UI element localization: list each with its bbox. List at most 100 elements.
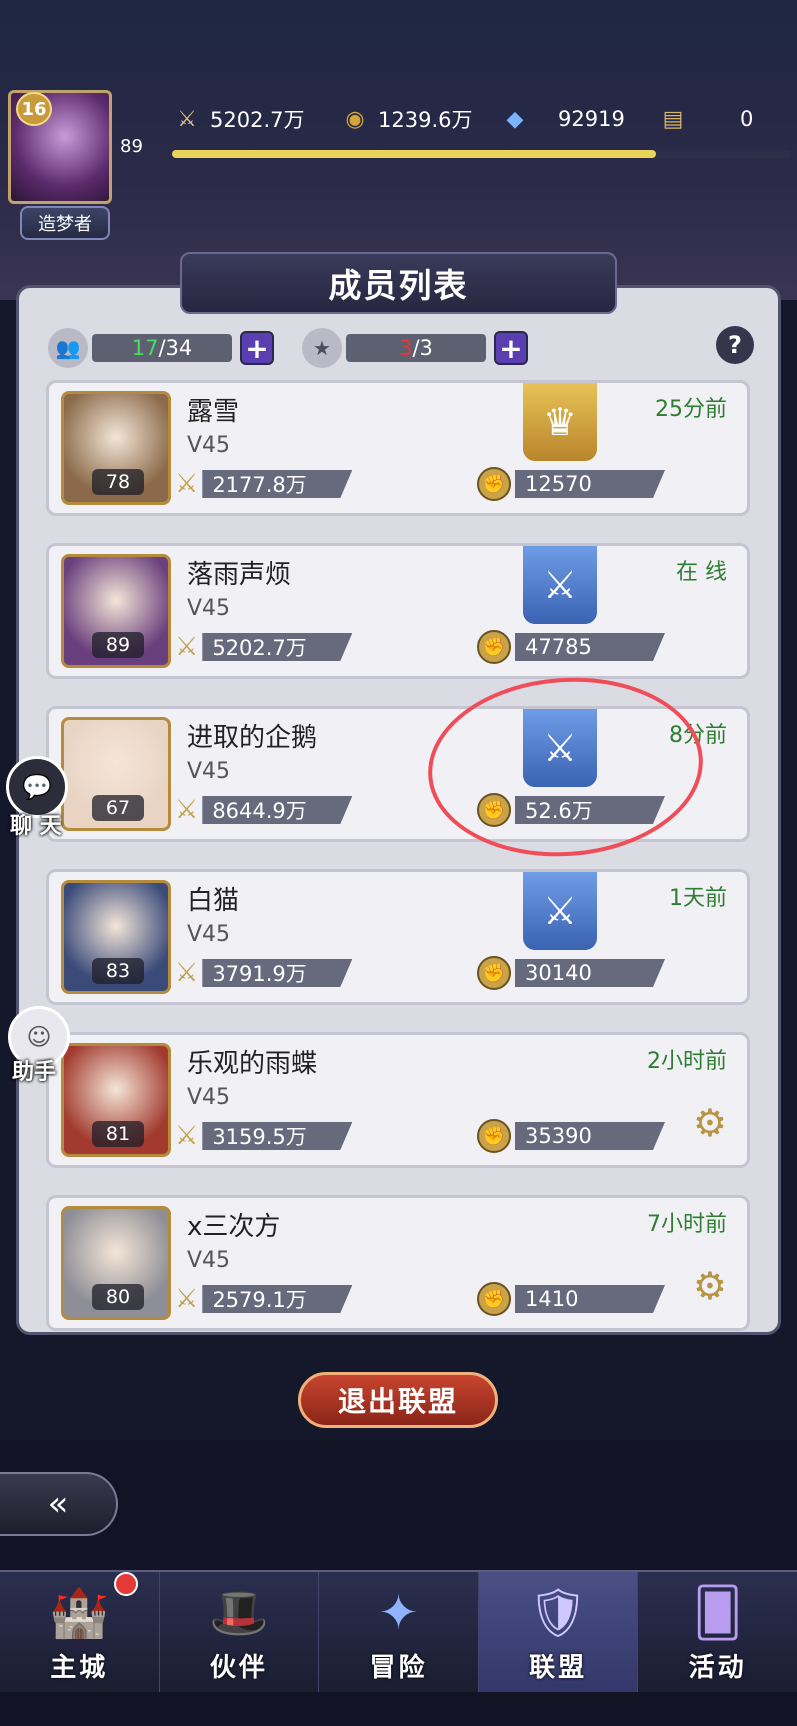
add-officer-button[interactable]: +: [494, 331, 528, 365]
player-rank-title: 造梦者: [20, 206, 110, 240]
member-power-value: 2579.1万: [202, 1285, 353, 1313]
castle-icon: 🏰: [49, 1585, 110, 1641]
notification-dot: [114, 1572, 138, 1596]
member-count-value: 17/34: [92, 334, 232, 362]
member-power: ⚔ 3791.9万: [175, 958, 353, 988]
member-contribution-value: 1410: [515, 1285, 665, 1313]
diamond-icon: ◆: [506, 106, 524, 132]
member-power: ⚔ 8644.9万: [175, 795, 353, 825]
resource-gold-value: 1239.6万: [378, 108, 473, 132]
member-vip: V45: [187, 433, 231, 458]
member-power: ⚔ 5202.7万: [175, 632, 353, 662]
member-contribution: ✊ 35390: [477, 1119, 665, 1153]
xp-bar-fill: [172, 150, 656, 158]
members-icon: 👥: [48, 328, 88, 368]
sword-icon: ⚔: [175, 1121, 199, 1151]
contribution-coin-icon: ✊: [477, 956, 511, 990]
member-level: 81: [92, 1121, 144, 1147]
member-contribution: ✊ 47785: [477, 630, 665, 664]
member-name: 白猫: [187, 886, 240, 916]
member-vip: V45: [187, 1085, 231, 1110]
player-number: 89: [120, 136, 143, 157]
member-online-status: 25分前: [655, 397, 727, 422]
scroll-icon: ▤: [662, 106, 684, 132]
member-level: 83: [92, 958, 144, 984]
member-settings-icon[interactable]: ⚙: [693, 1264, 727, 1308]
member-card[interactable]: 78 露雪 V45 ⚔ 2177.8万 ♛ ✊ 12570 25分前: [46, 380, 750, 516]
member-level: 80: [92, 1284, 144, 1310]
resource-scroll-value: 0: [740, 107, 754, 131]
member-name: 进取的企鹅: [187, 723, 318, 753]
member-contribution-value: 47785: [515, 633, 665, 661]
resource-power[interactable]: ⚔ 5202.7万: [170, 104, 304, 134]
resource-scroll[interactable]: ▤ 0: [656, 104, 754, 134]
member-card[interactable]: 80 x三次方 V45 ⚔ 2579.1万 ⚙ ✊ 1410 7小时前: [46, 1195, 750, 1331]
member-card[interactable]: 83 白猫 V45 ⚔ 3791.9万 ⚔ ✊ 30140 1天前: [46, 869, 750, 1005]
help-button[interactable]: ?: [716, 326, 754, 364]
add-member-button[interactable]: +: [240, 331, 274, 365]
member-power: ⚔ 2579.1万: [175, 1284, 353, 1314]
contribution-coin-icon: ✊: [477, 467, 511, 501]
contribution-coin-icon: ✊: [477, 1282, 511, 1316]
member-settings-icon[interactable]: ⚙: [693, 1101, 727, 1145]
member-online-status: 在 线: [676, 560, 727, 585]
officer-count-current: 3: [399, 336, 413, 360]
alliance-shield-icon: 🛡: [527, 1585, 589, 1641]
member-level: 67: [92, 795, 144, 821]
member-level: 78: [92, 469, 144, 495]
member-contribution-value: 35390: [515, 1122, 665, 1150]
tab-partner[interactable]: 🎩 伙伴: [160, 1572, 320, 1692]
tab-main-city-label: 主城: [50, 1653, 109, 1683]
assistant-avatar-icon: ☺: [26, 1023, 52, 1051]
tab-adventure[interactable]: ✦ 冒险: [319, 1572, 479, 1692]
back-button[interactable]: «: [0, 1472, 118, 1536]
officer-badge-icon: ★: [302, 328, 342, 368]
member-contribution: ✊ 30140: [477, 956, 665, 990]
member-card[interactable]: 81 乐观的雨蝶 V45 ⚔ 3159.5万 ⚙ ✊ 35390 2小时前: [46, 1032, 750, 1168]
tab-alliance-label: 联盟: [529, 1653, 588, 1683]
member-online-status: 1天前: [669, 886, 727, 911]
xp-bar: [172, 150, 792, 158]
tab-events[interactable]: 🂠 活动: [638, 1572, 797, 1692]
member-contribution-value: 30140: [515, 959, 665, 987]
member-power: ⚔ 3159.5万: [175, 1121, 353, 1151]
officer-count-max: /3: [412, 336, 433, 360]
member-name: 乐观的雨蝶: [187, 1049, 318, 1079]
tab-adventure-label: 冒险: [369, 1653, 428, 1683]
sword-icon: ⚔: [175, 632, 199, 662]
member-power-value: 8644.9万: [202, 796, 353, 824]
member-name: 落雨声烦: [187, 560, 292, 590]
exit-alliance-button[interactable]: 退出联盟: [298, 1372, 498, 1428]
resource-gold[interactable]: ◉ 1239.6万: [338, 104, 472, 134]
member-power-value: 5202.7万: [202, 633, 353, 661]
officer-swords-icon: ⚔: [523, 872, 597, 950]
leader-crown-icon: ♛: [523, 383, 597, 461]
sword-icon: ⚔: [175, 795, 199, 825]
sword-icon: ⚔: [175, 1284, 199, 1314]
partner-hat-icon: 🎩: [209, 1585, 269, 1641]
officer-count: ★ 3/3 +: [302, 328, 528, 368]
contribution-coin-icon: ✊: [477, 1119, 511, 1153]
member-power-value: 3159.5万: [202, 1122, 353, 1150]
member-name: 露雪: [187, 397, 240, 427]
gold-coin-icon: ◉: [345, 106, 365, 132]
resource-diamond-value: 92919: [558, 107, 625, 131]
resource-diamond[interactable]: ◆ 92919: [498, 104, 625, 134]
sword-icon: ⚔: [175, 958, 199, 988]
contribution-coin-icon: ✊: [477, 630, 511, 664]
member-count-current: 17: [131, 336, 159, 360]
tab-partner-label: 伙伴: [209, 1653, 268, 1683]
member-card[interactable]: 89 落雨声烦 V45 ⚔ 5202.7万 ⚔ ✊ 47785 在 线: [46, 543, 750, 679]
officer-count-value: 3/3: [346, 334, 486, 362]
member-count-max: /34: [158, 336, 193, 360]
tab-alliance[interactable]: 🛡 联盟: [478, 1572, 639, 1692]
member-online-status: 7小时前: [647, 1212, 727, 1237]
officer-swords-icon: ⚔: [523, 546, 597, 624]
member-vip: V45: [187, 1248, 231, 1273]
member-count: 👥 17/34 +: [48, 328, 274, 368]
member-power: ⚔ 2177.8万: [175, 469, 353, 499]
member-name: x三次方: [187, 1212, 281, 1242]
member-vip: V45: [187, 596, 231, 621]
member-contribution: ✊ 1410: [477, 1282, 665, 1316]
adventure-compass-icon: ✦: [378, 1585, 419, 1641]
